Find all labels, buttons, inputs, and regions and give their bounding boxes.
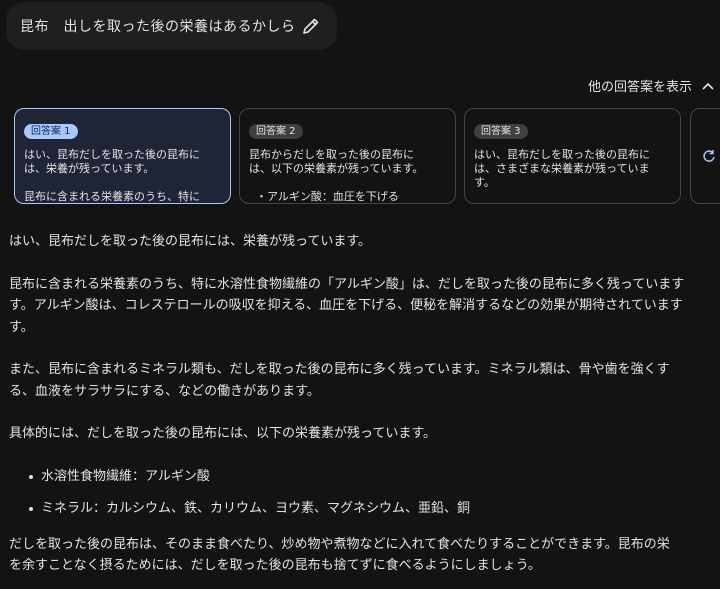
pencil-icon: [303, 18, 319, 34]
answer-paragraph: 昆布に含まれる栄養素のうち、特に水溶性食物繊維の「アルギン酸」は、だしを取った後…: [9, 276, 685, 335]
drafts-row: 回答案 1 はい、昆布だしを取った後の昆布に は、栄養が残っています。 昆布に含…: [14, 108, 720, 205]
show-drafts-toggle[interactable]: 他の回答案を表示: [588, 76, 714, 95]
draft-preview-more: 昆布に含まれる栄養素のうち、特に: [24, 190, 200, 203]
edit-prompt-button[interactable]: [301, 16, 321, 36]
draft-preview-more: ・アルギン酸：血圧を下げる: [249, 190, 399, 203]
draft-badge: 回答案 3: [474, 124, 528, 139]
chevron-up-icon: [702, 82, 714, 90]
show-drafts-label: 他の回答案を表示: [587, 80, 692, 95]
list-item: 水溶性食物繊維：アルギン酸: [29, 466, 720, 488]
answer-intro: はい、昆布だしを取った後の昆布には、栄養が残っています。: [9, 234, 372, 249]
draft-preview: 昆布からだしを取った後の昆布に は、以下の栄養素が残っています。: [249, 148, 424, 175]
response-body: はい、昆布だしを取った後の昆布には、栄養が残っています。 昆布に含まれる栄養素の…: [9, 231, 720, 577]
draft-preview: はい、昆布だしを取った後の昆布に は、さまざまな栄養素が残っていま す。: [474, 148, 650, 189]
draft-badge: 回答案 1: [24, 124, 78, 139]
answer-paragraph: また、昆布に含まれるミネラル類も、だしを取った後の昆布に多く残っています。ミネラ…: [9, 362, 670, 399]
list-item: ミネラル：カルシウム、鉄、カリウム、ヨウ素、マグネシウム、亜鉛、銅: [29, 498, 720, 520]
draft-card-1[interactable]: 回答案 1 はい、昆布だしを取った後の昆布に は、栄養が残っています。 昆布に含…: [14, 108, 231, 204]
draft-preview: はい、昆布だしを取った後の昆布に は、栄養が残っています。: [24, 148, 200, 175]
nutrient-list: 水溶性食物繊維：アルギン酸 ミネラル：カルシウム、鉄、カリウム、ヨウ素、マグネシ…: [9, 466, 720, 520]
refresh-icon: [703, 150, 715, 162]
draft-card-2[interactable]: 回答案 2 昆布からだしを取った後の昆布に は、以下の栄養素が残っています。 ・…: [239, 108, 456, 204]
draft-badge: 回答案 2: [249, 124, 303, 139]
prompt-text: 昆布 出しを取った後の栄養はあるかしら: [20, 19, 296, 35]
answer-paragraph: だしを取った後の昆布は、そのまま食べたり、炒め物や煮物などに入れて食べたりするこ…: [9, 536, 670, 574]
answer-paragraph: 具体的には、だしを取った後の昆布には、以下の栄養素が残っています。: [9, 426, 437, 441]
draft-card-3[interactable]: 回答案 3 はい、昆布だしを取った後の昆布に は、さまざまな栄養素が残っていま …: [464, 108, 681, 204]
prompt-bubble: 昆布 出しを取った後の栄養はあるかしら: [6, 2, 337, 50]
regenerate-drafts-button[interactable]: [690, 108, 720, 204]
